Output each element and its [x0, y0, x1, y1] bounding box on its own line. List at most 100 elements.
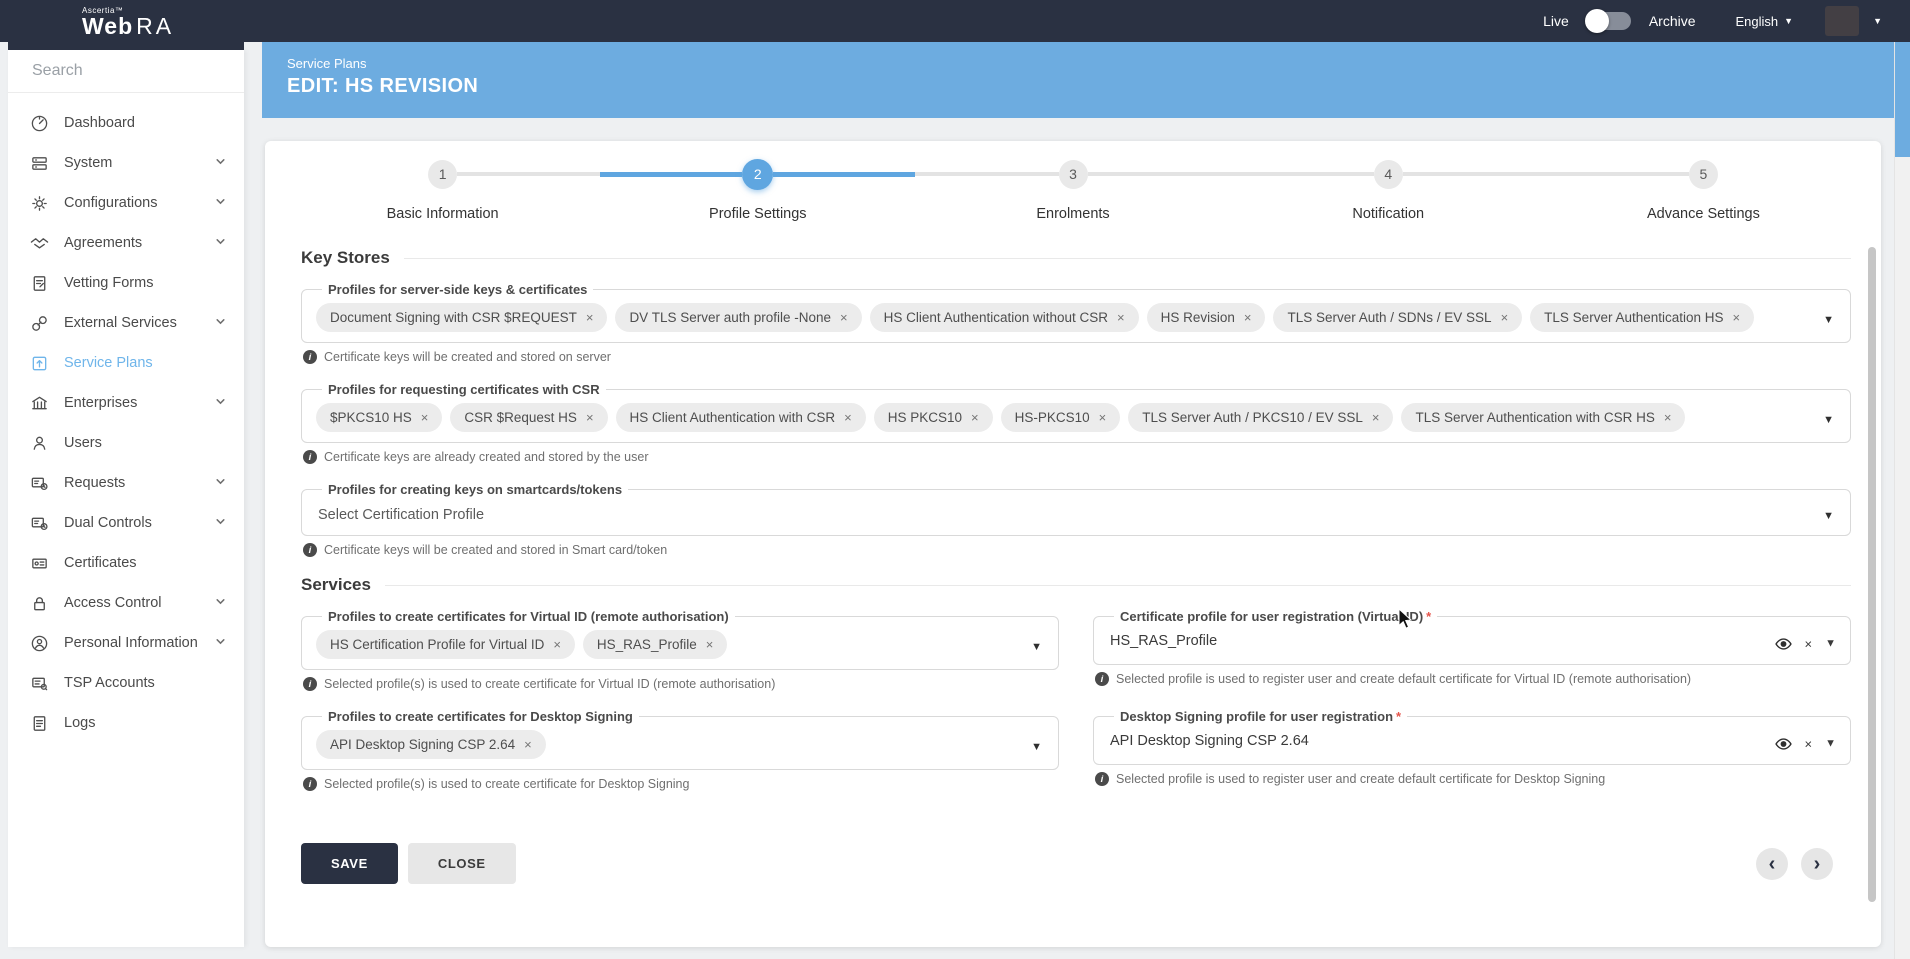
dropdown-caret-icon[interactable]: ▼	[1031, 641, 1042, 653]
remove-chip-icon[interactable]: ×	[1117, 310, 1125, 325]
chip[interactable]: HS-PKCS10 ×	[1001, 403, 1121, 432]
clear-icon[interactable]: ×	[1805, 638, 1813, 651]
sidebar-item-personal-information[interactable]: Personal Information	[8, 623, 244, 663]
select-placeholder[interactable]: Select Certification Profile	[316, 503, 1780, 525]
desktop-profiles-field[interactable]: Profiles to create certificates for Desk…	[301, 709, 1059, 770]
step-profile-settings[interactable]: 2 Profile Settings	[600, 157, 915, 222]
csr-profiles-field[interactable]: Profiles for requesting certificates wit…	[301, 382, 1851, 443]
desktop-registration-field[interactable]: Desktop Signing profile for user registr…	[1093, 709, 1851, 765]
sidebar-item-dashboard[interactable]: Dashboard	[8, 103, 244, 143]
chip[interactable]: HS_RAS_Profile×	[583, 630, 727, 659]
chip[interactable]: HS Client Authentication without CSR×	[870, 303, 1139, 332]
previous-step-button[interactable]: ‹	[1756, 848, 1788, 880]
sidebar-item-tsp-accounts[interactable]: TSP Accounts	[8, 663, 244, 703]
language-selector[interactable]: English ▼	[1736, 14, 1794, 29]
chevron-down-icon[interactable]: ▼	[1873, 16, 1882, 26]
sidebar-item-access-control[interactable]: Access Control	[8, 583, 244, 623]
sidebar-item-service-plans[interactable]: Service Plans	[8, 343, 244, 383]
desktop-registration-cell: Desktop Signing profile for user registr…	[1093, 709, 1851, 804]
step-number[interactable]: 3	[1059, 160, 1088, 189]
step-number[interactable]: 4	[1374, 160, 1403, 189]
sidebar-item-requests[interactable]: Requests	[8, 463, 244, 503]
clear-icon[interactable]: ×	[1805, 738, 1813, 751]
server-side-profiles-field[interactable]: Profiles for server-side keys & certific…	[301, 282, 1851, 343]
close-button[interactable]: CLOSE	[408, 843, 516, 884]
remove-chip-icon[interactable]: ×	[586, 310, 594, 325]
avatar[interactable]	[1825, 6, 1859, 36]
chip[interactable]: Document Signing with CSR $REQUEST×	[316, 303, 607, 332]
chip[interactable]: DV TLS Server auth profile -None×	[615, 303, 861, 332]
card-scrollbar[interactable]	[1868, 247, 1876, 902]
id-card-icon	[30, 554, 49, 573]
sidebar-item-configurations[interactable]: Configurations	[8, 183, 244, 223]
remove-chip-icon[interactable]: ×	[1099, 410, 1107, 425]
step-basic-information[interactable]: 1 Basic Information	[285, 157, 600, 222]
chip-label: TLS Server Authentication with CSR HS	[1415, 410, 1654, 425]
chip[interactable]: TLS Server Authentication with CSR HS ×	[1401, 403, 1685, 432]
preview-eye-icon[interactable]	[1775, 638, 1792, 651]
remove-chip-icon[interactable]: ×	[971, 410, 979, 425]
smartcard-profiles-field[interactable]: Profiles for creating keys on smartcards…	[301, 482, 1851, 536]
chip[interactable]: HS Client Authentication with CSR×	[616, 403, 866, 432]
chip[interactable]: CSR $Request HS×	[450, 403, 607, 432]
step-number[interactable]: 2	[742, 159, 773, 190]
sidebar-item-vetting-forms[interactable]: Vetting Forms	[8, 263, 244, 303]
step-notification[interactable]: 4 Notification	[1231, 157, 1546, 222]
remove-chip-icon[interactable]: ×	[586, 410, 594, 425]
chip[interactable]: HS Revision ×	[1147, 303, 1266, 332]
remove-chip-icon[interactable]: ×	[844, 410, 852, 425]
remove-chip-icon[interactable]: ×	[840, 310, 848, 325]
step-advance-settings[interactable]: 5 Advance Settings	[1546, 157, 1861, 222]
selected-value[interactable]: HS_RAS_Profile	[1108, 630, 1780, 654]
dropdown-caret-icon[interactable]: ▼	[1823, 314, 1834, 326]
virtual-id-registration-field[interactable]: Certificate profile for user registratio…	[1093, 609, 1851, 665]
field-label: Profiles for requesting certificates wit…	[322, 382, 606, 397]
sidebar-item-agreements[interactable]: Agreements	[8, 223, 244, 263]
chip[interactable]: TLS Server Auth / PKCS10 / EV SSL×	[1128, 403, 1393, 432]
remove-chip-icon[interactable]: ×	[1244, 310, 1252, 325]
preview-eye-icon[interactable]	[1775, 738, 1792, 751]
sidebar-item-external-services[interactable]: External Services	[8, 303, 244, 343]
chip[interactable]: HS Certification Profile for Virtual ID×	[316, 630, 575, 659]
remove-chip-icon[interactable]: ×	[553, 637, 561, 652]
sidebar-item-system[interactable]: System	[8, 143, 244, 183]
sidebar-item-label: Access Control	[64, 595, 162, 611]
remove-chip-icon[interactable]: ×	[1372, 410, 1380, 425]
dropdown-caret-icon[interactable]: ▼	[1823, 414, 1834, 426]
chip-label: HS-PKCS10	[1015, 410, 1090, 425]
save-button[interactable]: SAVE	[301, 843, 398, 884]
dropdown-caret-icon[interactable]: ▼	[1825, 739, 1836, 750]
step-number[interactable]: 5	[1689, 160, 1718, 189]
selected-value[interactable]: API Desktop Signing CSP 2.64	[1108, 730, 1780, 754]
dropdown-caret-icon[interactable]: ▼	[1825, 639, 1836, 650]
chip[interactable]: API Desktop Signing CSP 2.64×	[316, 730, 546, 759]
next-step-button[interactable]: ›	[1801, 848, 1833, 880]
sidebar-item-dual-controls[interactable]: Dual Controls	[8, 503, 244, 543]
dropdown-caret-icon[interactable]: ▼	[1031, 741, 1042, 753]
chip[interactable]: TLS Server Auth / SDNs / EV SSL×	[1273, 303, 1522, 332]
remove-chip-icon[interactable]: ×	[706, 637, 714, 652]
app-logo[interactable]: Ascertia™ WebRA	[8, 0, 244, 50]
step-number[interactable]: 1	[428, 160, 457, 189]
sidebar-item-enterprises[interactable]: Enterprises	[8, 383, 244, 423]
remove-chip-icon[interactable]: ×	[1664, 410, 1672, 425]
chip[interactable]: TLS Server Authentication HS×	[1530, 303, 1754, 332]
virtual-id-profiles-field[interactable]: Profiles to create certificates for Virt…	[301, 609, 1059, 670]
chip-label: HS Revision	[1161, 310, 1235, 325]
remove-chip-icon[interactable]: ×	[1501, 310, 1509, 325]
window-scrollbar[interactable]	[1894, 42, 1910, 959]
live-archive-toggle[interactable]	[1587, 12, 1631, 30]
search-input[interactable]	[32, 62, 239, 80]
sidebar-item-certificates[interactable]: Certificates	[8, 543, 244, 583]
dropdown-caret-icon[interactable]: ▼	[1823, 510, 1834, 522]
sidebar-item-logs[interactable]: Logs	[8, 703, 244, 743]
remove-chip-icon[interactable]: ×	[1733, 310, 1741, 325]
sidebar-item-users[interactable]: Users	[8, 423, 244, 463]
page-title: EDIT: HS REVISION	[287, 75, 1910, 98]
toggle-knob[interactable]	[1585, 9, 1609, 33]
remove-chip-icon[interactable]: ×	[524, 737, 532, 752]
chip[interactable]: HS PKCS10×	[874, 403, 993, 432]
step-enrolments[interactable]: 3 Enrolments	[915, 157, 1230, 222]
remove-chip-icon[interactable]: ×	[421, 410, 429, 425]
chip[interactable]: $PKCS10 HS×	[316, 403, 442, 432]
